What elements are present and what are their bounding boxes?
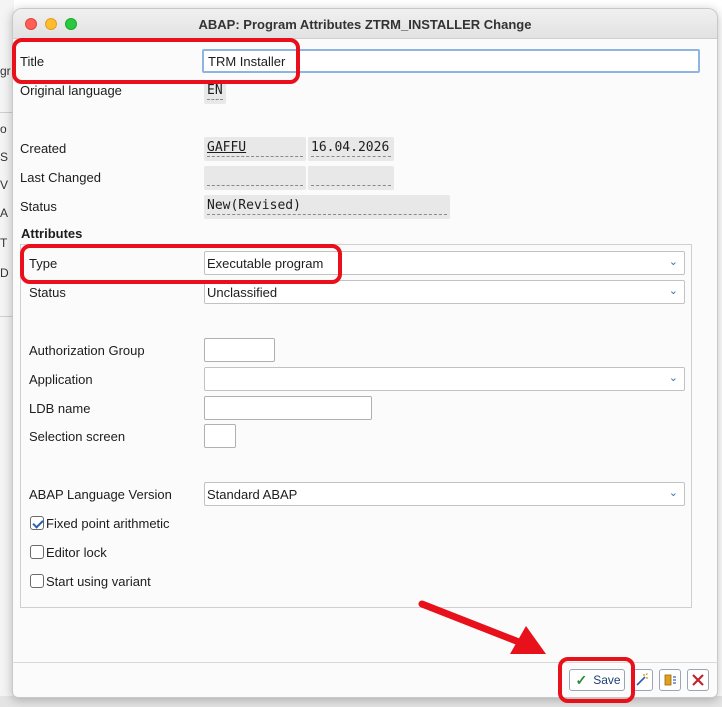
fixed-point-arithmetic-checkbox[interactable] bbox=[30, 516, 44, 530]
authorization-group-input[interactable] bbox=[204, 338, 275, 362]
background-fragment: D bbox=[0, 266, 9, 280]
ldb-name-label: LDB name bbox=[29, 401, 91, 416]
title-input[interactable]: TRM Installer bbox=[202, 49, 700, 73]
selection-screen-input[interactable] bbox=[204, 424, 236, 448]
program-status-select[interactable]: Unclassified ⌄ bbox=[204, 280, 685, 304]
abap-language-version-select[interactable]: Standard ABAP ⌄ bbox=[204, 482, 685, 506]
editor-lock-checkbox[interactable] bbox=[30, 545, 44, 559]
fixed-point-arithmetic-label: Fixed point arithmetic bbox=[46, 516, 170, 531]
program-status-value: Unclassified bbox=[207, 285, 278, 300]
created-label: Created bbox=[20, 141, 67, 156]
cancel-icon bbox=[692, 674, 704, 686]
selection-screen-label: Selection screen bbox=[29, 429, 126, 444]
editor-lock-label: Editor lock bbox=[46, 545, 107, 560]
type-select[interactable]: Executable program ⌄ bbox=[204, 251, 685, 275]
last-changed-user-field bbox=[204, 166, 306, 190]
program-status-label: Status bbox=[29, 285, 66, 300]
start-using-variant-label: Start using variant bbox=[46, 574, 151, 589]
abap-language-version-value: Standard ABAP bbox=[207, 487, 298, 502]
status-field: New(Revised) bbox=[204, 195, 450, 219]
background-fragment: o bbox=[0, 122, 7, 136]
save-button[interactable]: ✓ Save bbox=[569, 669, 625, 691]
application-select[interactable]: ⌄ bbox=[204, 367, 685, 391]
created-date-field: 16.04.2026 bbox=[308, 137, 394, 161]
type-select-value: Executable program bbox=[207, 256, 324, 271]
original-language-label: Original language bbox=[20, 83, 122, 98]
original-language-value: EN bbox=[207, 83, 223, 98]
start-using-variant-checkbox[interactable] bbox=[30, 574, 44, 588]
attributes-section-title: Attributes bbox=[21, 226, 83, 241]
background-fragment: gr bbox=[0, 64, 11, 78]
chevron-down-icon: ⌄ bbox=[668, 487, 678, 499]
title-bar[interactable]: ABAP: Program Attributes ZTRM_INSTALLER … bbox=[13, 9, 717, 39]
ldb-name-input[interactable] bbox=[204, 396, 372, 420]
chevron-down-icon: ⌄ bbox=[668, 256, 678, 268]
authorization-group-label: Authorization Group bbox=[29, 343, 145, 358]
created-date-value: 16.04.2026 bbox=[311, 140, 390, 155]
window-title: ABAP: Program Attributes ZTRM_INSTALLER … bbox=[198, 17, 532, 32]
cancel-button[interactable] bbox=[687, 669, 709, 691]
last-changed-date-field bbox=[308, 166, 394, 190]
type-label: Type bbox=[29, 256, 58, 271]
status-label: Status bbox=[20, 199, 57, 214]
footer-divider bbox=[12, 662, 718, 663]
background-fragment: V bbox=[0, 178, 9, 192]
annotation-arrow-icon bbox=[418, 600, 546, 654]
save-button-label: Save bbox=[593, 673, 621, 687]
title-input-value: TRM Installer bbox=[208, 54, 286, 69]
chevron-down-icon: ⌄ bbox=[668, 372, 678, 384]
background-fragment: S bbox=[0, 150, 9, 164]
clipboard-button[interactable] bbox=[659, 669, 681, 691]
last-changed-label: Last Changed bbox=[20, 170, 101, 185]
status-value: New(Revised) bbox=[207, 198, 301, 213]
wand-button[interactable] bbox=[631, 669, 653, 691]
background-fragment: T bbox=[0, 236, 8, 250]
application-label: Application bbox=[29, 372, 93, 387]
original-language-field: EN bbox=[204, 80, 226, 104]
checkmark-icon: ✓ bbox=[575, 671, 588, 688]
clipboard-icon bbox=[664, 674, 676, 686]
background-fragment: A bbox=[0, 206, 9, 220]
created-user-value: GAFFU bbox=[207, 140, 247, 155]
created-user-field[interactable]: GAFFU bbox=[204, 137, 306, 161]
title-label: Title bbox=[20, 54, 45, 69]
chevron-down-icon: ⌄ bbox=[668, 285, 678, 297]
abap-language-version-label: ABAP Language Version bbox=[29, 487, 172, 502]
wand-icon bbox=[636, 673, 648, 686]
